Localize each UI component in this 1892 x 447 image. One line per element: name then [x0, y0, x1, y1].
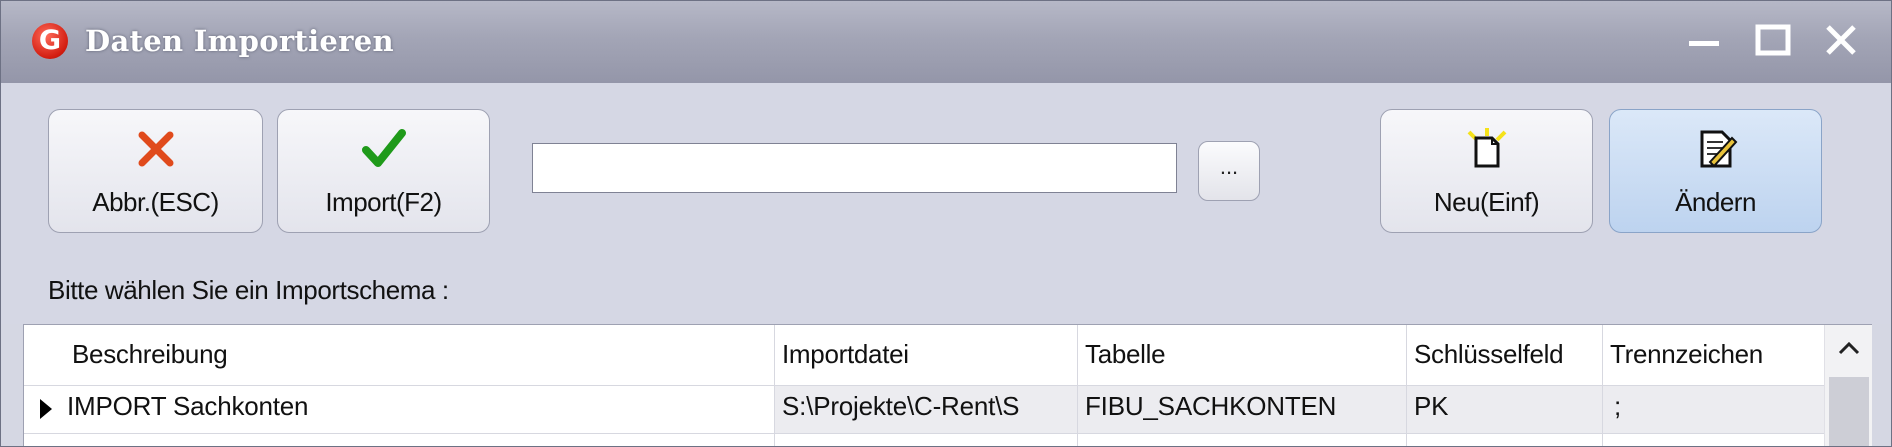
close-icon	[1826, 25, 1856, 55]
chevron-up-icon	[1838, 341, 1860, 355]
scrollbar-thumb[interactable]	[1829, 377, 1869, 446]
row-divider	[24, 385, 1824, 386]
edit-document-icon	[1700, 130, 1737, 168]
column-header-beschreibung[interactable]: Beschreibung	[72, 339, 762, 370]
column-header-importdatei[interactable]: Importdatei	[782, 339, 1072, 370]
row-divider	[24, 433, 1824, 434]
vertical-scrollbar[interactable]	[1824, 325, 1872, 446]
cell-importdatei[interactable]: S:\Projekte\C-Rent\S	[782, 391, 1072, 422]
cancel-label: Abbr.(ESC)	[92, 187, 219, 217]
checkmark-icon	[361, 129, 406, 167]
column-divider[interactable]	[774, 325, 775, 446]
import-window: G Daten Importieren Abbr.(ESC) Import(F2…	[0, 0, 1892, 447]
cell-beschreibung[interactable]: IMPORT Sachkonten	[67, 391, 767, 422]
cell-tabelle[interactable]: FIBU_SACHKONTEN	[1085, 391, 1403, 422]
title-bar[interactable]: G Daten Importieren	[1, 1, 1891, 84]
column-divider[interactable]	[1406, 325, 1407, 446]
column-divider[interactable]	[1077, 325, 1078, 446]
import-label: Import(F2)	[325, 187, 442, 217]
edit-button[interactable]: Ändern	[1609, 109, 1822, 233]
new-document-icon	[1467, 128, 1506, 168]
new-button[interactable]: Neu(Einf)	[1380, 109, 1593, 233]
schema-prompt: Bitte wählen Sie ein Importschema :	[48, 275, 449, 305]
maximize-icon	[1755, 24, 1791, 56]
window-title: Daten Importieren	[85, 24, 394, 58]
new-label: Neu(Einf)	[1433, 187, 1540, 217]
cell-trennzeichen[interactable]: ;	[1614, 391, 1819, 422]
import-schema-grid[interactable]: Beschreibung Importdatei Tabelle Schlüss…	[23, 324, 1872, 446]
cell-schluesselfeld[interactable]: PK	[1414, 391, 1600, 422]
import-button[interactable]: Import(F2)	[277, 109, 490, 233]
maximize-button[interactable]	[1752, 19, 1800, 65]
column-divider[interactable]	[1602, 325, 1603, 446]
minimize-icon	[1689, 41, 1719, 46]
browse-button[interactable]: ...	[1198, 141, 1260, 201]
import-file-path-input[interactable]	[532, 143, 1177, 193]
toolbar: Abbr.(ESC) Import(F2) ... Neu(Einf) Ände…	[1, 83, 1891, 324]
app-logo-icon: G	[32, 23, 68, 59]
minimize-button[interactable]	[1681, 19, 1729, 65]
column-header-trennzeichen[interactable]: Trennzeichen	[1610, 339, 1822, 370]
close-button[interactable]	[1819, 19, 1867, 65]
cancel-x-icon	[138, 131, 173, 167]
current-row-indicator-icon	[40, 399, 52, 419]
edit-label: Ändern	[1675, 187, 1756, 217]
cancel-button[interactable]: Abbr.(ESC)	[48, 109, 263, 233]
column-header-tabelle[interactable]: Tabelle	[1085, 339, 1400, 370]
column-header-schluesselfeld[interactable]: Schlüsselfeld	[1414, 339, 1600, 370]
scroll-up-button[interactable]	[1825, 325, 1872, 373]
